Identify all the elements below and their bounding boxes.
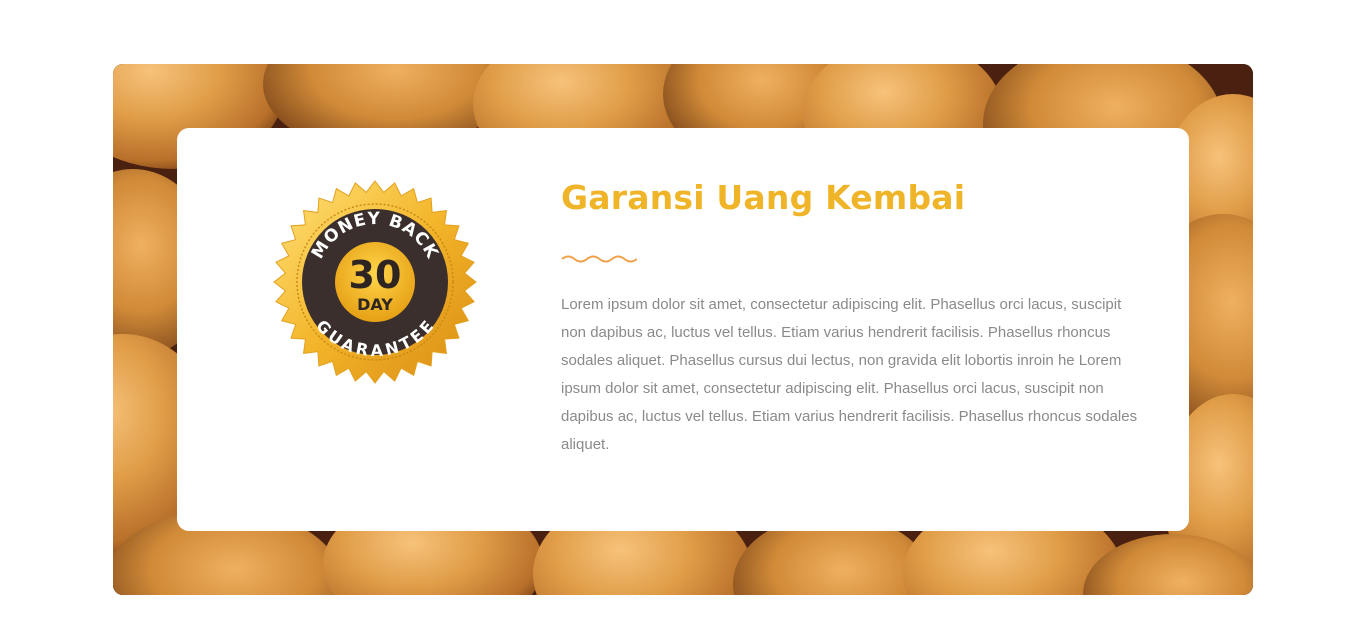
badge-unit: DAY [357, 295, 393, 314]
guarantee-card: MONEY BACK GUARANTEE 30 DAY Garansi Uang… [177, 128, 1189, 531]
guarantee-banner: MONEY BACK GUARANTEE 30 DAY Garansi Uang… [113, 64, 1253, 595]
section-description: Lorem ipsum dolor sit amet, consectetur … [561, 296, 1138, 453]
section-title: Garansi Uang Kembai [561, 178, 966, 217]
wavy-divider-icon [561, 255, 637, 263]
money-back-guarantee-seal-icon: MONEY BACK GUARANTEE 30 DAY [273, 180, 477, 384]
badge-number: 30 [349, 253, 402, 297]
